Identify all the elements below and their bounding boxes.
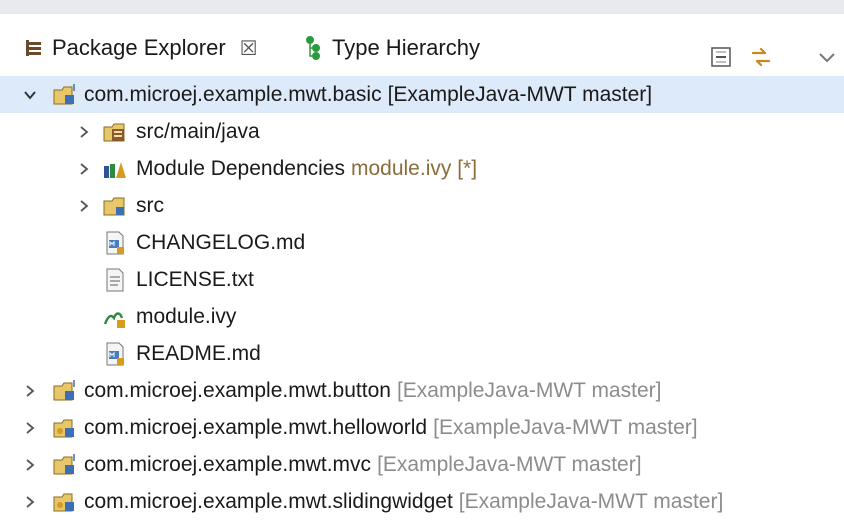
ivy-file-icon [102,304,128,330]
project-decoration: [ExampleJava-MWT master] [433,415,698,439]
project-decoration: [ExampleJava-MWT master] [377,452,642,476]
package-explorer-icon [24,38,44,58]
tree-row-license[interactable]: LICENSE.txt [0,261,844,298]
link-with-editor-icon[interactable] [746,42,776,72]
tree-row-src-main-java[interactable]: src/main/java [0,113,844,150]
view-menu-icon[interactable] [812,42,842,72]
tree-row-readme[interactable]: README.md [0,335,844,372]
tree-item-label: module.ivy [136,304,237,328]
tree-row-project[interactable]: com.microej.example.mwt.helloworld [Exam… [0,409,844,446]
chevron-right-icon[interactable] [74,187,94,224]
tree-item-label: LICENSE.txt [136,267,254,291]
tree-item-label: src [136,193,164,217]
tree-row-src[interactable]: src [0,187,844,224]
folder-icon [102,193,128,219]
git-project-icon [52,82,78,108]
project-name: com.microej.example.mwt.basic [84,82,382,106]
project-decoration: [ExampleJava-MWT master] [387,82,653,106]
chevron-right-icon[interactable] [20,409,40,446]
markdown-file-icon [102,341,128,367]
project-name: com.microej.example.mwt.button [84,378,391,402]
text-file-icon [102,267,128,293]
chevron-right-icon[interactable] [74,113,94,150]
project-name: com.microej.example.mwt.helloworld [84,415,428,439]
tree-item-label: src/main/java [136,119,260,143]
project-decoration: [ExampleJava-MWT master] [458,489,724,513]
git-project-icon [52,452,78,478]
tree-row-module-dependencies[interactable]: Module Dependencies module.ivy [*] [0,150,844,187]
chevron-right-icon[interactable] [20,446,40,483]
tab-label: Package Explorer [52,35,226,60]
tree-row-changelog[interactable]: CHANGELOG.md [0,224,844,261]
tree-row-module-ivy[interactable]: module.ivy [0,298,844,335]
close-icon[interactable]: ☒ [240,36,258,61]
chevron-down-icon[interactable] [20,76,40,113]
project-name: com.microej.example.mwt.slidingwidget [84,489,453,513]
git-project-icon [52,489,78,515]
tree-item-decoration: module.ivy [*] [350,156,478,180]
type-hierarchy-icon [304,35,324,61]
tab-type-hierarchy[interactable]: Type Hierarchy [304,32,480,64]
tree-item-label: README.md [136,341,261,365]
project-decoration: [ExampleJava-MWT master] [396,378,662,402]
tree-item-label: CHANGELOG.md [136,230,306,254]
tab-label: Type Hierarchy [332,35,480,60]
git-project-icon [52,378,78,404]
tree-row-project[interactable]: com.microej.example.mwt.mvc [ExampleJava… [0,446,844,483]
tree-row-project[interactable]: com.microej.example.mwt.button [ExampleJ… [0,372,844,409]
chevron-right-icon[interactable] [74,150,94,187]
markdown-file-icon [102,230,128,256]
collapse-all-icon[interactable] [706,42,736,72]
tree-row-root-project[interactable]: com.microej.example.mwt.basic [ExampleJa… [0,76,844,113]
chevron-right-icon[interactable] [20,483,40,520]
view-tab-bar: Package Explorer ☒ Type Hierarchy [0,14,844,78]
tree-item-label: Module Dependencies [136,156,345,180]
window-top-strip [0,0,844,14]
chevron-right-icon[interactable] [20,372,40,409]
git-project-icon [52,415,78,441]
source-folder-icon [102,119,128,145]
tree-row-project[interactable]: com.microej.example.mwt.slidingwidget [E… [0,483,844,520]
tab-package-explorer[interactable]: Package Explorer ☒ [24,32,258,64]
library-icon [102,156,128,182]
project-name: com.microej.example.mwt.mvc [84,452,372,476]
